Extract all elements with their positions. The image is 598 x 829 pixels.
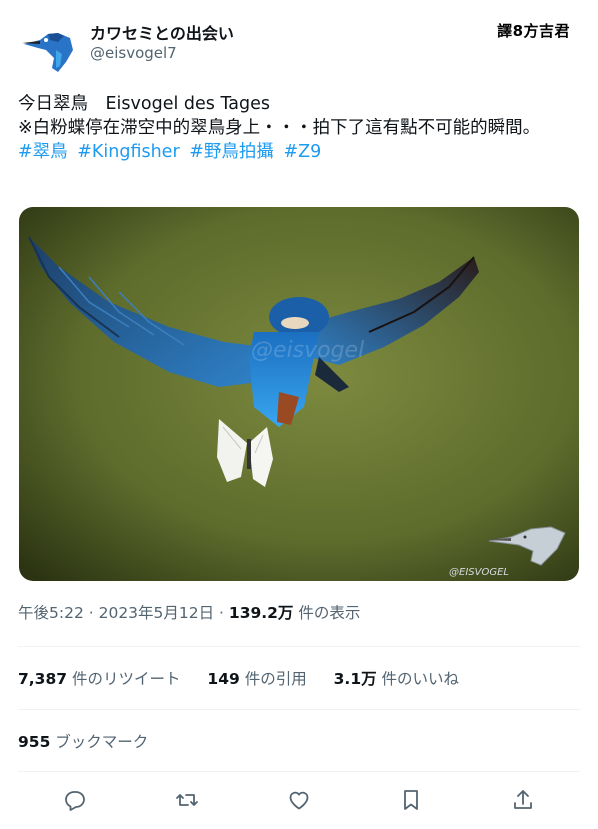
bookmarks-stat[interactable]: 955 ブックマーク [18,730,148,752]
action-bar [18,782,580,818]
tweet-date[interactable]: 2023年5月12日 [99,604,215,622]
likes-stat[interactable]: 3.1万 件のいいね [334,670,459,688]
divider [18,646,580,647]
avatar[interactable] [18,20,76,78]
views-count: 139.2万 [228,604,294,622]
bookmark-icon [404,790,418,810]
heart-icon [289,791,309,810]
retweets-count: 7,387 [18,670,68,688]
quotes-count: 149 [207,670,240,688]
display-name[interactable]: カワセミとの出会い [90,20,234,44]
tweet-text: 今日翠鳥 Eisvogel des Tages ※白粉蝶停在滞空中的翠鳥身上・・… [18,92,584,164]
bookmarks-count: 955 [18,733,51,751]
hashtag-link[interactable]: #Z9 [283,142,321,162]
like-button[interactable] [281,782,317,818]
user-handle[interactable]: @eisvogel7 [90,44,177,62]
divider [18,771,580,772]
retweet-button[interactable] [169,782,205,818]
quotes-label: 件の引用 [239,670,307,688]
bookmarks-label: ブックマーク [50,733,149,751]
retweets-stat[interactable]: 7,387 件のリツイート [18,670,180,688]
tweet-header: カワセミとの出会い @eisvogel7 譯8方吉君 [18,16,580,78]
divider [18,709,580,710]
likes-count: 3.1万 [333,670,377,688]
kingfisher-photo: @eisvogel @EISVOGEL [19,207,579,581]
engagement-stats: 7,387 件のリツイート 149 件の引用 3.1万 件のいいね [18,667,481,689]
meta-separator: · [214,604,229,622]
reply-button[interactable] [57,782,93,818]
tweet-line-2: ※白粉蝶停在滞空中的翠鳥身上・・・拍下了這有點不可能的瞬間。 [18,118,541,138]
retweet-icon [176,794,198,806]
meta-separator: · [83,604,99,622]
corner-watermark: @EISVOGEL [449,567,509,578]
center-watermark: @eisvogel [251,338,364,363]
quotes-stat[interactable]: 149 件の引用 [207,670,306,688]
translator-badge: 譯8方吉君 [497,22,570,40]
hashtag-link[interactable]: #翠鳥 [18,142,68,162]
hashtag-list: #翠鳥 #Kingfisher #野鳥拍攝 #Z9 [18,140,584,164]
views-label: 件の表示 [293,604,361,622]
tweet-time[interactable]: 午後5:22 [18,604,84,622]
likes-label: 件のいいね [376,670,460,688]
hashtag-link[interactable]: #野鳥拍攝 [189,142,274,162]
reply-icon [65,791,85,811]
tweet-line-1: 今日翠鳥 Eisvogel des Tages [18,94,270,114]
tweet-meta: 午後5:22 · 2023年5月12日 · 139.2万 件の表示 [18,601,360,623]
share-icon [514,790,532,809]
tweet-photo[interactable]: @eisvogel @EISVOGEL [19,207,579,581]
hashtag-link[interactable]: #Kingfisher [77,142,179,162]
retweets-label: 件のリツイート [67,670,181,688]
share-button[interactable] [505,782,541,818]
bookmark-button[interactable] [393,782,429,818]
